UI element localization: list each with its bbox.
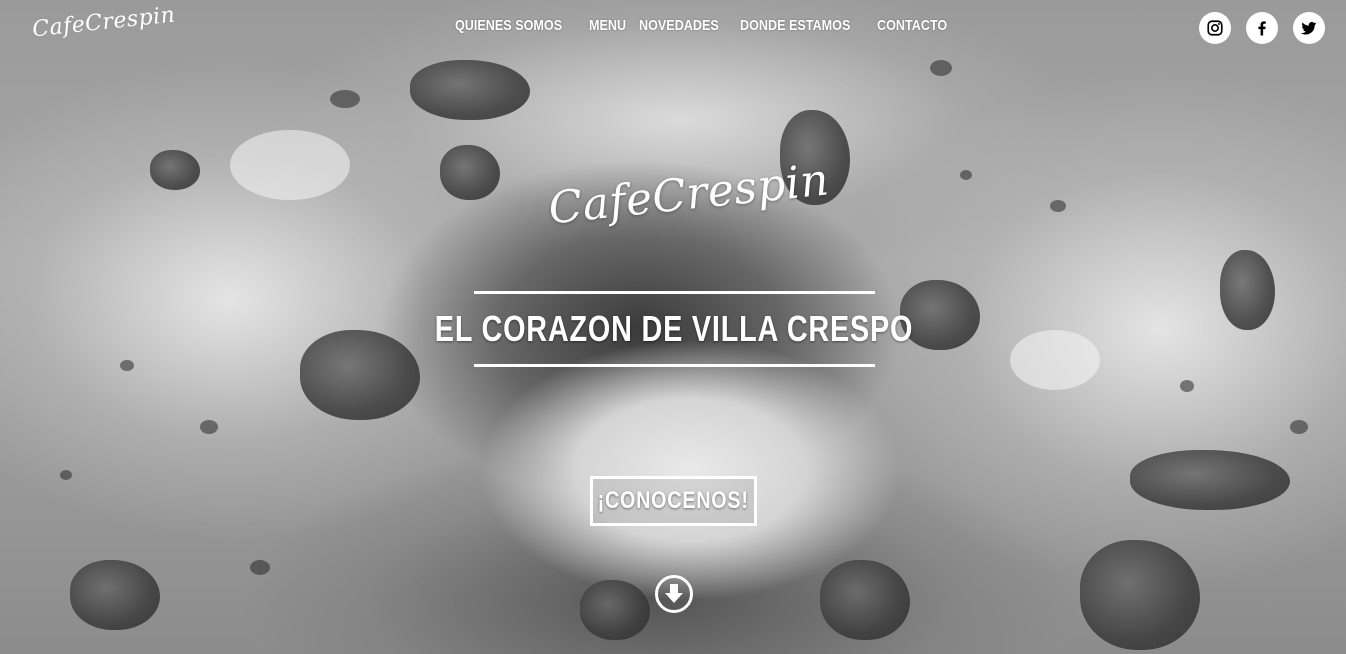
nav-quienes-somos[interactable]: QUIENES SOMOS — [455, 17, 562, 34]
crumb-decoration — [1180, 380, 1194, 392]
crumb-decoration — [200, 420, 218, 434]
twitter-button[interactable] — [1293, 12, 1325, 44]
conocenos-button[interactable]: ¡CONOCENOS! — [590, 476, 757, 526]
nav-menu[interactable]: MENU — [589, 17, 626, 34]
crumb-decoration — [330, 90, 360, 108]
pecan-decoration — [1220, 250, 1275, 330]
pecan-decoration — [440, 145, 500, 200]
facebook-button[interactable] — [1246, 12, 1278, 44]
arrow-down-circle-icon — [655, 575, 693, 613]
pecan-decoration — [410, 60, 530, 120]
pecan-decoration — [580, 580, 650, 640]
scroll-down-button[interactable] — [654, 574, 694, 614]
crumb-decoration — [930, 60, 952, 76]
cream-highlight-decoration — [230, 130, 350, 200]
crumb-decoration — [250, 560, 270, 575]
twitter-icon — [1300, 21, 1317, 35]
pecan-decoration — [150, 150, 200, 190]
instagram-button[interactable] — [1199, 12, 1231, 44]
pecan-decoration — [70, 560, 160, 630]
cream-highlight-decoration — [1010, 330, 1100, 390]
nav-novedades[interactable]: NOVEDADES — [639, 17, 719, 34]
crumb-decoration — [1290, 420, 1308, 434]
pecan-decoration — [820, 560, 910, 640]
conocenos-button-label: ¡CONOCENOS! — [597, 487, 750, 514]
crumb-decoration — [60, 470, 72, 480]
nav-contacto[interactable]: CONTACTO — [877, 17, 947, 34]
facebook-icon — [1258, 21, 1266, 36]
main-nav: QUIENES SOMOS MENU NOVEDADES DONDE ESTAM… — [455, 17, 951, 34]
pecan-decoration — [1130, 450, 1290, 510]
nav-donde-estamos[interactable]: DONDE ESTAMOS — [740, 17, 850, 34]
pecan-decoration — [1080, 540, 1200, 650]
tagline-frame: EL CORAZON DE VILLA CRESPO — [435, 291, 913, 367]
crumb-decoration — [120, 360, 134, 371]
pecan-decoration — [300, 330, 420, 420]
social-links — [1199, 12, 1325, 44]
crumb-decoration — [960, 170, 972, 180]
crumb-decoration — [1050, 200, 1066, 212]
instagram-icon — [1207, 20, 1223, 36]
hero-tagline: EL CORAZON DE VILLA CRESPO — [435, 308, 914, 349]
